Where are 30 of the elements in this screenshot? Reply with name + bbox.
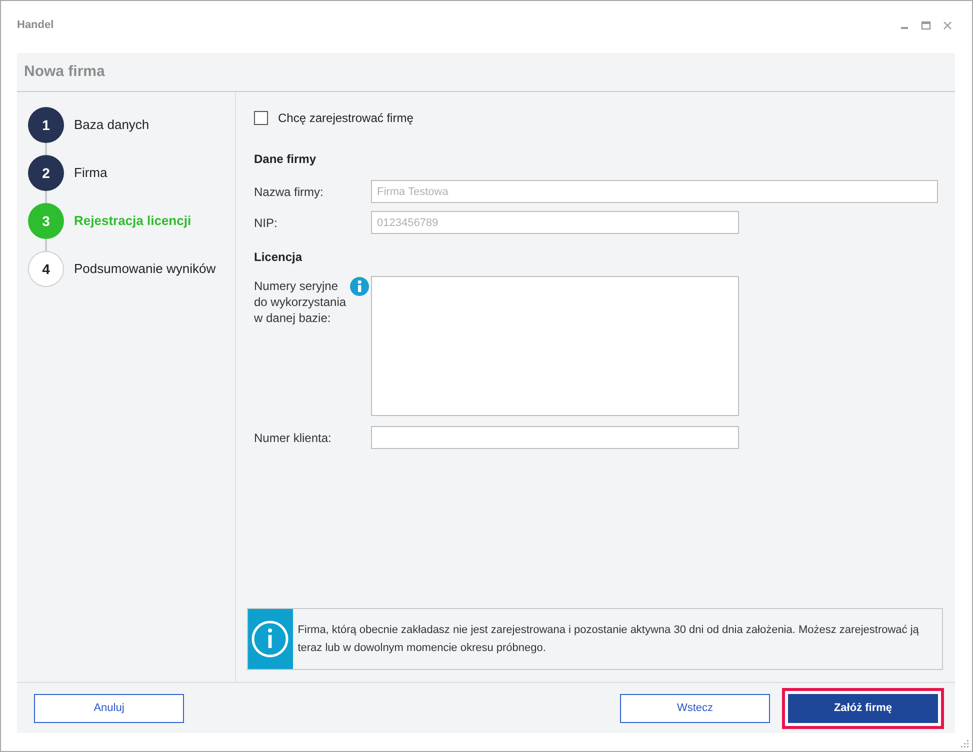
dialog-title: Nowa firma: [24, 62, 105, 82]
checkbox-label: Chcę zarejestrować firmę: [278, 110, 414, 127]
client-number-field[interactable]: [371, 426, 739, 449]
maximize-icon[interactable]: [921, 21, 931, 30]
step-label: Firma: [74, 164, 108, 182]
step-label: Podsumowanie wyników: [74, 260, 216, 278]
back-button[interactable]: Wstecz: [620, 694, 770, 722]
register-checkbox[interactable]: [254, 111, 268, 125]
window-title: Handel: [17, 18, 54, 33]
section-heading: Licencja: [254, 249, 304, 266]
field-label: Numery seryjne do wykorzystania w danej bazie:: [254, 278, 348, 327]
field-label: Nazwa firmy:: [254, 184, 324, 200]
text-field[interactable]: Firma Testowa: [371, 180, 938, 203]
close-icon[interactable]: [943, 21, 952, 30]
field-label: Numer klienta:: [254, 430, 332, 446]
field-label: NIP:: [254, 214, 278, 232]
text-field[interactable]: 0123456789: [371, 211, 739, 234]
resize-grip-icon[interactable]: [960, 739, 969, 748]
step-number: 3: [28, 203, 64, 239]
serial-numbers-field[interactable]: [371, 276, 739, 416]
cancel-button[interactable]: Anuluj: [34, 694, 184, 722]
step-number: 4: [28, 251, 64, 287]
create-company-button[interactable]: Załóż firmę: [788, 694, 938, 722]
step-number: 1: [28, 107, 64, 143]
step-label: Rejestracja licencji: [74, 212, 192, 230]
section-heading: Dane firmy: [254, 151, 318, 168]
info-icon[interactable]: [350, 277, 369, 296]
step-number: 2: [28, 155, 64, 191]
info-message: Firma, którą obecnie zakładasz nie jest zarejestrowana i pozostanie aktywna 30 dni od dnia założenia. Możesz zarejestrować ją teraz lub w dowolnym momencie okresu próbnego.: [296, 623, 920, 656]
step-label: Baza danych: [74, 116, 150, 134]
